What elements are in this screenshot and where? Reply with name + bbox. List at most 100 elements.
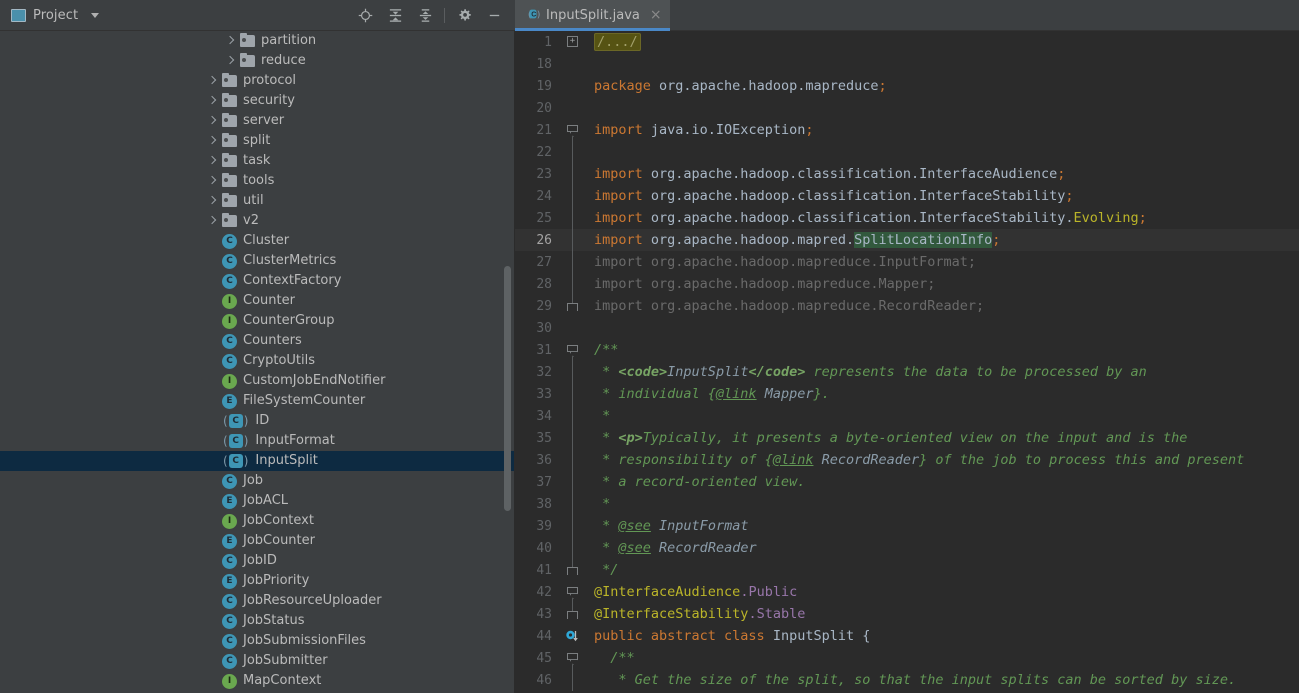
tree-item[interactable]: I CustomJobEndNotifier xyxy=(0,371,514,391)
code-line[interactable]: 34 * xyxy=(515,405,1299,427)
editor-gutter[interactable]: + xyxy=(560,31,586,53)
editor-gutter[interactable] xyxy=(560,493,586,515)
editor-gutter[interactable] xyxy=(560,75,586,97)
chevron-down-icon[interactable] xyxy=(91,12,100,18)
editor-gutter[interactable] xyxy=(560,97,586,119)
editor-gutter[interactable] xyxy=(560,449,586,471)
fold-region-end-icon[interactable] xyxy=(567,300,578,311)
editor-gutter[interactable] xyxy=(560,317,586,339)
tree-item[interactable]: C Job xyxy=(0,471,514,491)
code-line[interactable]: 24 import org.apache.hadoop.classificatio… xyxy=(515,185,1299,207)
locate-target-icon[interactable] xyxy=(350,0,380,31)
gear-icon[interactable] xyxy=(449,0,479,31)
chevron-right-icon[interactable] xyxy=(208,77,217,86)
code-line[interactable]: 33 * individual {@link Mapper}. xyxy=(515,383,1299,405)
tree-item[interactable]: (C) ID xyxy=(0,411,514,431)
chevron-right-icon[interactable] xyxy=(208,97,217,106)
code-line[interactable]: 36 * responsibility of {@link RecordRead… xyxy=(515,449,1299,471)
fold-region-end-icon[interactable] xyxy=(567,564,578,575)
tree-item[interactable]: E FileSystemCounter xyxy=(0,391,514,411)
editor-gutter[interactable] xyxy=(560,559,586,581)
fold-collapse-icon[interactable] xyxy=(567,345,578,357)
tree-item[interactable]: C JobStatus xyxy=(0,611,514,631)
editor-gutter[interactable] xyxy=(560,273,586,295)
fold-collapse-icon[interactable] xyxy=(567,587,578,599)
fold-collapse-icon[interactable] xyxy=(567,125,578,137)
tree-item[interactable]: C Cluster xyxy=(0,231,514,251)
editor-tab-inputsplit[interactable]: ( C ) InputSplit.java × xyxy=(515,0,670,31)
tree-item[interactable]: C CryptoUtils xyxy=(0,351,514,371)
tree-item[interactable]: split xyxy=(0,131,514,151)
code-editor[interactable]: 1 + /.../ 18 19 package org.apache.hadoop.map… xyxy=(515,31,1299,693)
code-line[interactable]: 23 import org.apache.hadoop.classificatio… xyxy=(515,163,1299,185)
collapse-all-icon[interactable] xyxy=(410,0,440,31)
editor-gutter[interactable] xyxy=(560,625,586,647)
tree-item[interactable]: v2 xyxy=(0,211,514,231)
editor-gutter[interactable] xyxy=(560,669,586,691)
code-line[interactable]: 46 * Get the size of the split, so that … xyxy=(515,669,1299,691)
editor-gutter[interactable] xyxy=(560,53,586,75)
code-line[interactable]: 43 @InterfaceStability.Stable xyxy=(515,603,1299,625)
tree-item[interactable]: (C) InputFormat xyxy=(0,431,514,451)
chevron-right-icon[interactable] xyxy=(208,177,217,186)
tree-item[interactable]: C Counters xyxy=(0,331,514,351)
code-line[interactable]: 42 @InterfaceAudience.Public xyxy=(515,581,1299,603)
editor-gutter[interactable] xyxy=(560,207,586,229)
project-view-selector[interactable]: Project xyxy=(0,0,107,30)
code-line[interactable]: 29 import org.apache.hadoop.mapreduce.Rec… xyxy=(515,295,1299,317)
fold-expand-icon[interactable]: + xyxy=(567,36,578,47)
editor-gutter[interactable] xyxy=(560,185,586,207)
fold-region-end-icon[interactable] xyxy=(567,608,578,619)
code-line[interactable]: 31 /** xyxy=(515,339,1299,361)
tree-item[interactable]: I Counter xyxy=(0,291,514,311)
tree-item[interactable]: C JobSubmissionFiles xyxy=(0,631,514,651)
tree-item[interactable]: C JobSubmitter xyxy=(0,651,514,671)
code-line-current[interactable]: 26 import org.apache.hadoop.mapred.SplitL… xyxy=(515,229,1299,251)
editor-gutter[interactable] xyxy=(560,141,586,163)
chevron-right-icon[interactable] xyxy=(208,217,217,226)
chevron-right-icon[interactable] xyxy=(226,57,235,66)
close-icon[interactable]: × xyxy=(650,8,662,22)
editor-gutter[interactable] xyxy=(560,339,586,361)
editor-gutter[interactable] xyxy=(560,163,586,185)
code-line[interactable]: 35 * <p>Typically, it presents a byte-or… xyxy=(515,427,1299,449)
chevron-right-icon[interactable] xyxy=(208,137,217,146)
editor-gutter[interactable] xyxy=(560,427,586,449)
code-line[interactable]: 40 * @see RecordReader xyxy=(515,537,1299,559)
code-line[interactable]: 41 */ xyxy=(515,559,1299,581)
tree-item[interactable]: partition xyxy=(0,31,514,51)
editor-gutter[interactable] xyxy=(560,647,586,669)
tree-item[interactable]: server xyxy=(0,111,514,131)
code-line[interactable]: 30 xyxy=(515,317,1299,339)
tree-item[interactable]: tools xyxy=(0,171,514,191)
expand-all-icon[interactable] xyxy=(380,0,410,31)
editor-gutter[interactable] xyxy=(560,229,586,251)
code-line[interactable]: 45 /** xyxy=(515,647,1299,669)
code-line[interactable]: 37 * a record-oriented view. xyxy=(515,471,1299,493)
editor-gutter[interactable] xyxy=(560,581,586,603)
fold-collapse-icon[interactable] xyxy=(567,653,578,665)
tree-item[interactable]: E JobCounter xyxy=(0,531,514,551)
code-line[interactable]: 18 xyxy=(515,53,1299,75)
tree-item[interactable]: I CounterGroup xyxy=(0,311,514,331)
code-line[interactable]: 38 * xyxy=(515,493,1299,515)
tree-item[interactable]: I JobContext xyxy=(0,511,514,531)
editor-gutter[interactable] xyxy=(560,251,586,273)
code-line[interactable]: 1 + /.../ xyxy=(515,31,1299,53)
code-line[interactable]: 25 import org.apache.hadoop.classificatio… xyxy=(515,207,1299,229)
code-line[interactable]: 44 public abstract class InputSplit { xyxy=(515,625,1299,647)
tree-item[interactable]: I MapContext xyxy=(0,671,514,691)
tree-item[interactable]: C ContextFactory xyxy=(0,271,514,291)
editor-gutter[interactable] xyxy=(560,361,586,383)
tree-item[interactable]: reduce xyxy=(0,51,514,71)
code-line[interactable]: 20 xyxy=(515,97,1299,119)
tree-item[interactable]: task xyxy=(0,151,514,171)
code-line[interactable]: 22 xyxy=(515,141,1299,163)
editor-gutter[interactable] xyxy=(560,603,586,625)
editor-gutter[interactable] xyxy=(560,405,586,427)
chevron-right-icon[interactable] xyxy=(208,197,217,206)
code-line[interactable]: 21 import java.io.IOException; xyxy=(515,119,1299,141)
editor-gutter[interactable] xyxy=(560,471,586,493)
chevron-right-icon[interactable] xyxy=(208,157,217,166)
implemented-by-icon[interactable] xyxy=(565,628,581,644)
